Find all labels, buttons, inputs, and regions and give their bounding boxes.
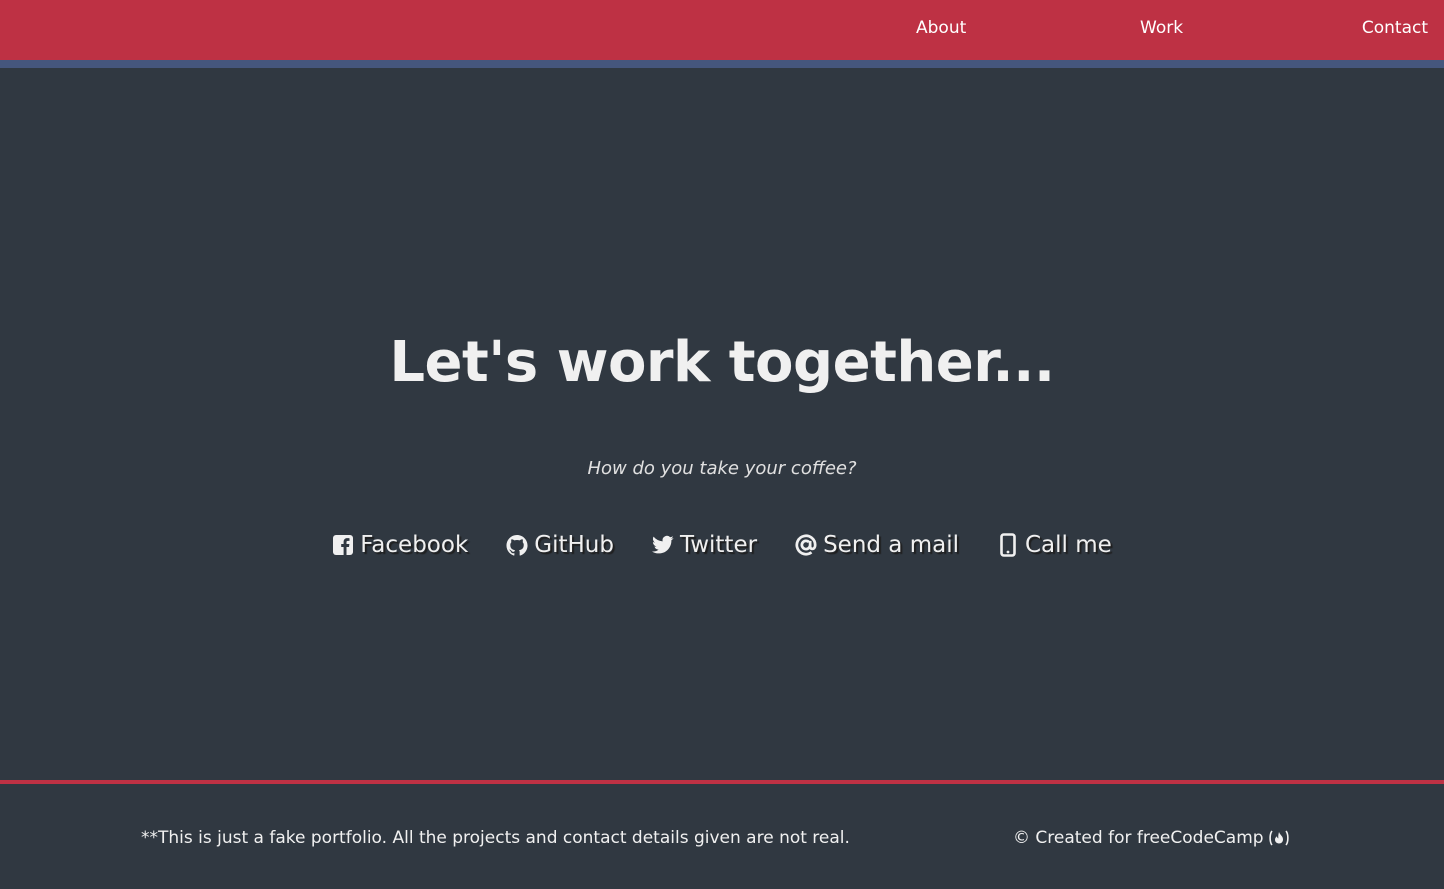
footer: **This is just a fake portfolio. All the…	[0, 780, 1444, 889]
facebook-link[interactable]: Facebook	[332, 532, 468, 558]
send-mail-link-label: Send a mail	[823, 532, 959, 558]
call-me-link-label: Call me	[1025, 532, 1112, 558]
at-icon	[795, 533, 817, 557]
nav-link-contact[interactable]: Contact	[1362, 18, 1428, 38]
github-link[interactable]: GitHub	[506, 532, 614, 558]
navbar: About Work Contact	[0, 0, 1444, 68]
github-icon	[506, 533, 528, 557]
nav-link-work[interactable]: Work	[1140, 18, 1183, 38]
nav-link-about[interactable]: About	[916, 18, 966, 38]
mobile-phone-icon	[997, 533, 1019, 557]
freecodecamp-fire-icon[interactable]	[1268, 830, 1290, 846]
contact-subtitle: How do you take your coffee?	[587, 458, 857, 479]
github-link-label: GitHub	[534, 532, 614, 558]
call-me-link[interactable]: Call me	[997, 532, 1112, 558]
footer-credit: © Created for freeCodeCamp	[1013, 828, 1290, 848]
contact-section: Let's work together... How do you take y…	[0, 68, 1444, 780]
twitter-icon	[651, 533, 674, 557]
contact-links: Facebook GitHub Twitter Send a mail Call…	[0, 532, 1444, 558]
facebook-square-icon	[332, 533, 354, 557]
twitter-link-label: Twitter	[679, 532, 758, 558]
footer-credit-text: © Created for freeCodeCamp	[1013, 828, 1264, 848]
send-mail-link[interactable]: Send a mail	[795, 532, 959, 558]
facebook-link-label: Facebook	[360, 532, 469, 558]
twitter-link[interactable]: Twitter	[651, 532, 758, 558]
footer-disclaimer: **This is just a fake portfolio. All the…	[141, 828, 850, 848]
contact-headline: Let's work together...	[389, 330, 1055, 395]
